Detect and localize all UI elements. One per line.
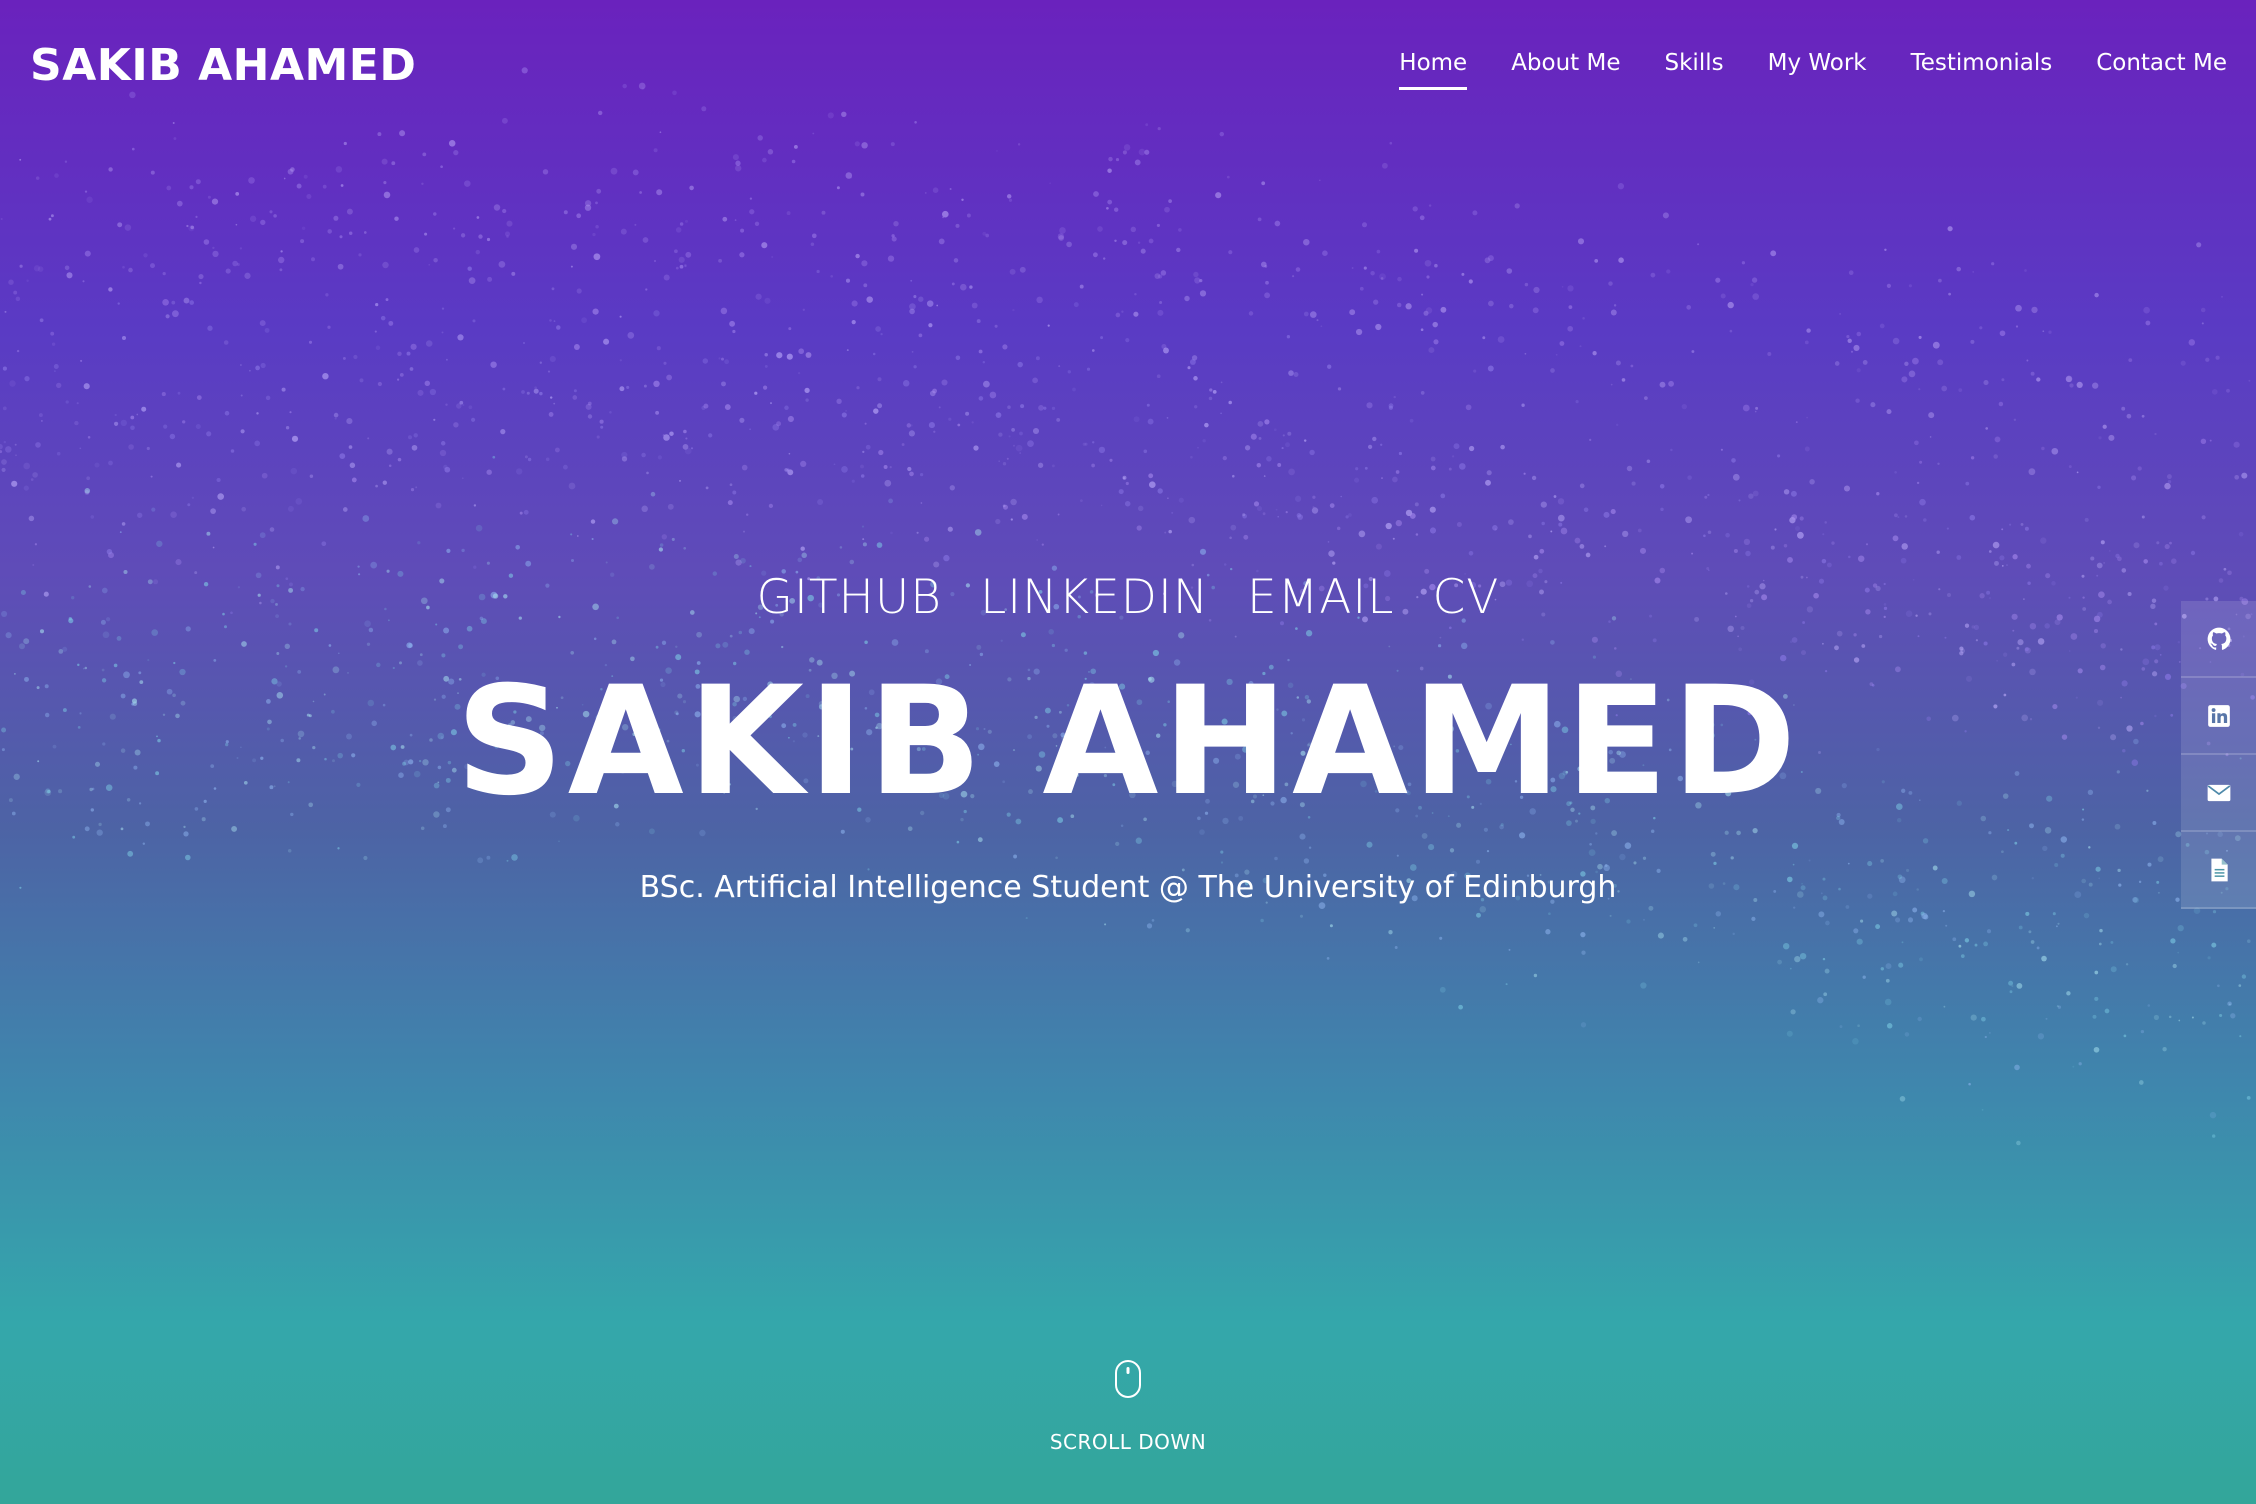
mouse-icon[interactable] [1113, 1359, 1143, 1399]
envelope-icon [2207, 784, 2230, 801]
hero-title: SAKIB AHAMED [455, 655, 1801, 829]
linkedin-icon [2207, 704, 2230, 727]
main-nav: Home About Me Skills My Work Testimonial… [1399, 50, 2227, 90]
linkedin-link[interactable]: LINKEDIN [980, 570, 1209, 625]
site-logo[interactable]: SAKIB AHAMED [30, 40, 416, 91]
nav-contact-me[interactable]: Contact Me [2096, 50, 2227, 90]
hero-section: SAKIB AHAMED Home About Me Skills My Wor… [0, 0, 2256, 1504]
nav-about-me[interactable]: About Me [1511, 50, 1620, 90]
social-sidebar [2181, 601, 2256, 909]
sidebar-cv-button[interactable] [2181, 832, 2256, 909]
scroll-down-link[interactable]: SCROLL DOWN [0, 1430, 2256, 1454]
github-icon [2207, 627, 2230, 650]
hero-subtitle: BSc. Artificial Intelligence Student @ T… [639, 870, 1617, 905]
sidebar-email-button[interactable] [2181, 755, 2256, 832]
sidebar-github-button[interactable] [2181, 601, 2256, 678]
email-link[interactable]: EMAIL [1247, 570, 1394, 625]
nav-my-work[interactable]: My Work [1768, 50, 1867, 90]
nav-skills[interactable]: Skills [1665, 50, 1724, 90]
cv-link[interactable]: CV [1432, 570, 1499, 625]
nav-home[interactable]: Home [1399, 50, 1467, 90]
nav-testimonials[interactable]: Testimonials [1911, 50, 2053, 90]
github-link[interactable]: GITHUB [757, 570, 943, 625]
sidebar-linkedin-button[interactable] [2181, 678, 2256, 755]
social-links-row: GITHUB LINKEDIN EMAIL CV [0, 570, 2256, 625]
document-icon [2210, 858, 2228, 881]
